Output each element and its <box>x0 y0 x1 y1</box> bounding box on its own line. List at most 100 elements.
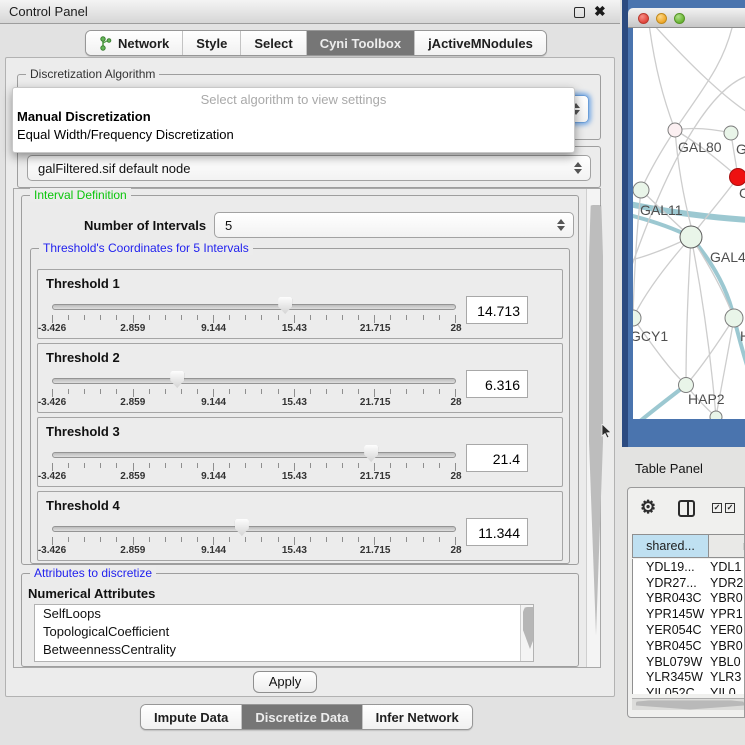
tab-network-label: Network <box>118 36 169 51</box>
list-item-betweennesscentrality[interactable]: BetweennessCentrality <box>35 641 533 659</box>
tab-discretize-data[interactable]: Discretize Data <box>241 705 361 729</box>
threshold-slider[interactable]: -3.4262.8599.14415.4321.71528 <box>52 344 456 414</box>
slider-track[interactable] <box>52 378 456 384</box>
node-label-gal11[interactable]: GAL11 <box>640 202 683 218</box>
number-of-intervals-combobox[interactable]: 5 <box>214 212 574 238</box>
threshold-slider[interactable]: -3.4262.8599.14415.4321.71528 <box>52 418 456 488</box>
tab-cyni-toolbox[interactable]: Cyni Toolbox <box>306 31 414 55</box>
table-row[interactable]: YER054CYER0 <box>633 622 744 638</box>
node-label-h[interactable]: H <box>740 328 745 344</box>
settings-vertical-scrollbar[interactable] <box>586 189 600 667</box>
apply-button[interactable]: Apply <box>253 671 317 693</box>
interval-definition-group: Interval Definition Number of Intervals … <box>21 195 579 565</box>
table-panel-window: ⚙ ✓ ✓ shared... n YDL19...YDL1YDR27...YD… <box>627 487 745 718</box>
network-window-titlebar <box>628 8 745 28</box>
table-toolbar: ⚙ ✓ ✓ <box>628 488 744 532</box>
tab-jactivemnodules[interactable]: jActiveMNodules <box>414 31 546 55</box>
mouse-cursor <box>601 424 613 440</box>
table-row[interactable]: YDL19...YDL1 <box>633 559 744 575</box>
slider-tick-labels: -3.4262.8599.14415.4321.71528 <box>52 471 456 483</box>
algorithm-popup: Select algorithm to view settings Manual… <box>12 87 575 153</box>
node-label-gcy1[interactable]: GCY1 <box>633 328 668 344</box>
column-header-name-label: n <box>743 539 744 553</box>
node-label-hap2[interactable]: HAP2 <box>688 391 725 407</box>
node-label-gal4[interactable]: GAL4 <box>710 249 745 265</box>
checkbox-icon[interactable]: ✓ <box>712 503 722 513</box>
settings-scroll-area: Interval Definition Number of Intervals … <box>13 188 601 668</box>
numerical-attributes-label: Numerical Attributes <box>28 586 155 601</box>
table-horizontal-scrollbar[interactable] <box>632 698 744 710</box>
close-traffic-light-icon[interactable] <box>638 13 649 24</box>
table-row[interactable]: YBR043CYBR0 <box>633 591 744 607</box>
window-title: Control Panel <box>9 4 88 19</box>
cyni-mode-tabs: Impute Data Discretize Data Infer Networ… <box>140 704 473 730</box>
threshold-slider[interactable]: -3.4262.8599.14415.4321.71528 <box>52 492 456 562</box>
tab-impute-data-label: Impute Data <box>154 710 228 725</box>
popup-item-manual-discretization[interactable]: Manual Discretization <box>13 107 574 125</box>
threshold-value-field[interactable]: 6.316 <box>466 370 528 398</box>
tab-infer-network[interactable]: Infer Network <box>362 705 472 729</box>
threshold-value-field[interactable]: 21.4 <box>466 444 528 472</box>
table-data-value: galFiltered.sif default node <box>38 161 190 176</box>
slider-tick-labels: -3.4262.8599.14415.4321.71528 <box>52 545 456 557</box>
threshold-value-field[interactable]: 11.344 <box>466 518 528 546</box>
tab-style-label: Style <box>196 36 227 51</box>
tab-cyni-toolbox-label: Cyni Toolbox <box>320 36 401 51</box>
popup-placeholder[interactable]: Select algorithm to view settings <box>13 88 574 107</box>
tab-discretize-data-label: Discretize Data <box>255 710 348 725</box>
column-header-shared[interactable]: shared... <box>632 535 709 557</box>
threshold-value-field[interactable]: 14.713 <box>466 296 528 324</box>
table-row[interactable]: YIL052CYIL0 <box>633 685 744 694</box>
zoom-traffic-light-icon[interactable] <box>674 13 685 24</box>
column-header-shared-label: shared... <box>646 539 695 553</box>
node-label-c[interactable]: C <box>739 185 745 201</box>
slider-ticks <box>52 315 456 323</box>
table-row[interactable]: YBL079WYBL0 <box>633 654 744 670</box>
control-panel-tabs: Network Style Select Cyni Toolbox jActiv… <box>85 30 547 56</box>
slider-thumb[interactable] <box>364 445 378 462</box>
popup-item-equal-width-frequency[interactable]: Equal Width/Frequency Discretization <box>13 125 574 143</box>
threshold-slider[interactable]: -3.4262.8599.14415.4321.71528 <box>52 270 456 340</box>
tab-infer-network-label: Infer Network <box>376 710 459 725</box>
network-view-window: GAL80 GA C GAL11 GAL4 GCY1 H HAP2 <box>622 0 745 447</box>
apply-button-label: Apply <box>269 674 302 689</box>
minimize-traffic-light-icon[interactable] <box>656 13 667 24</box>
table-row[interactable]: YDR27...YDR2 <box>633 575 744 591</box>
tab-style[interactable]: Style <box>182 31 240 55</box>
number-of-intervals-label: Number of Intervals <box>84 218 206 233</box>
node-label-ga[interactable]: GA <box>736 141 745 157</box>
table-data-combobox[interactable]: galFiltered.sif default node <box>27 155 591 181</box>
interval-definition-title: Interval Definition <box>30 188 131 202</box>
gear-icon[interactable]: ⚙ <box>640 497 656 518</box>
column-header-name[interactable]: n <box>709 535 744 557</box>
table-row[interactable]: YPR145WYPR1 <box>633 606 744 622</box>
list-item-selfloops[interactable]: SelfLoops <box>35 605 533 623</box>
slider-thumb[interactable] <box>170 371 184 388</box>
table-header-row: shared... n <box>632 534 744 558</box>
close-icon[interactable]: ✖ <box>594 3 606 20</box>
table-row[interactable]: YBR045CYBR0 <box>633 638 744 654</box>
network-canvas[interactable]: GAL80 GA C GAL11 GAL4 GCY1 H HAP2 <box>633 28 745 419</box>
slider-track[interactable] <box>52 452 456 458</box>
numerical-attributes-list: SelfLoops TopologicalCoefficient Between… <box>34 604 534 662</box>
list-item-topologicalcoefficient[interactable]: TopologicalCoefficient <box>35 623 533 641</box>
tab-select[interactable]: Select <box>240 31 305 55</box>
slider-ticks <box>52 463 456 471</box>
table-row[interactable]: YLR345WYLR3 <box>633 670 744 686</box>
columns-icon[interactable] <box>678 500 695 517</box>
checkbox-icon[interactable]: ✓ <box>725 503 735 513</box>
node-label-gal80[interactable]: GAL80 <box>678 139 722 155</box>
slider-tick-labels: -3.4262.8599.14415.4321.71528 <box>52 323 456 335</box>
slider-ticks <box>52 389 456 397</box>
slider-track[interactable] <box>52 526 456 532</box>
tab-impute-data[interactable]: Impute Data <box>141 705 241 729</box>
slider-track[interactable] <box>52 304 456 310</box>
number-of-intervals-value: 5 <box>225 218 232 233</box>
attributes-to-discretize-title: Attributes to discretize <box>30 566 156 580</box>
attributes-list-scrollbar[interactable] <box>520 605 533 661</box>
combo-arrows-icon <box>557 219 565 231</box>
float-window-icon[interactable] <box>574 7 585 18</box>
slider-thumb[interactable] <box>278 297 292 314</box>
tab-network[interactable]: Network <box>86 31 182 55</box>
slider-thumb[interactable] <box>235 519 249 536</box>
